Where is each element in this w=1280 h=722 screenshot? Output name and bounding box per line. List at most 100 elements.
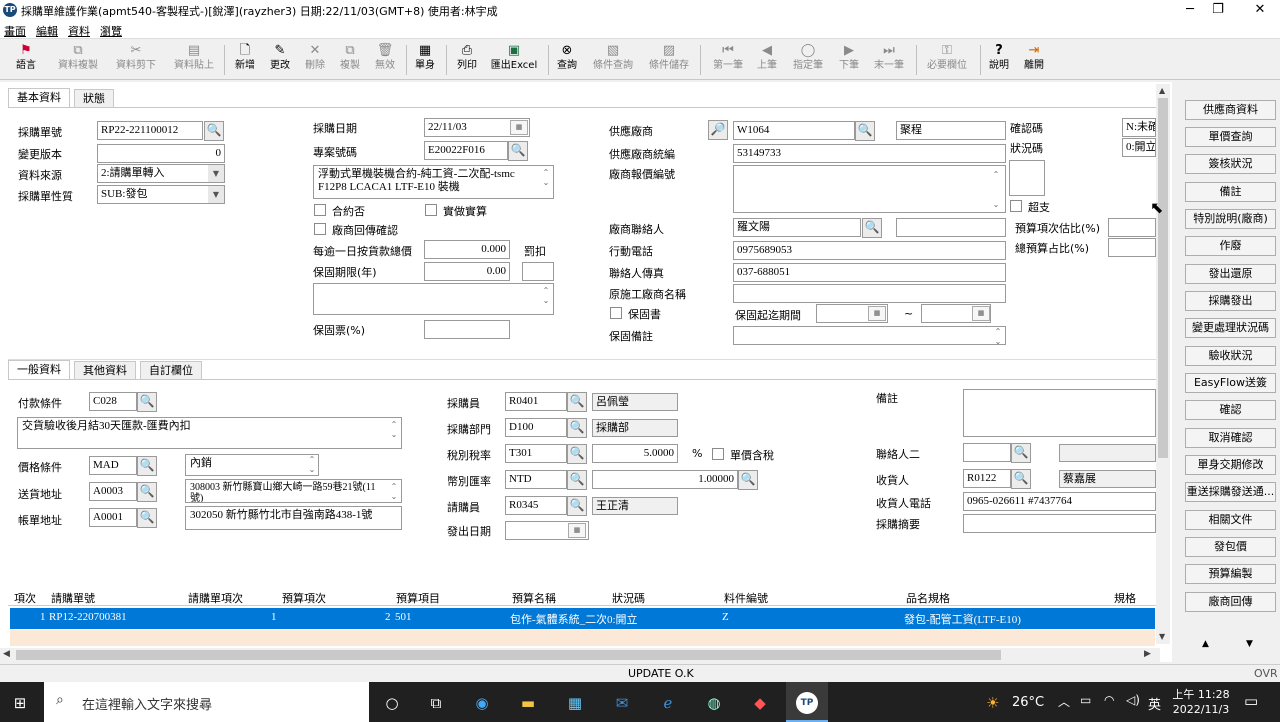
scroll-arrows-icon[interactable]: ⌃ ⌄ [540,168,552,188]
scrollbar-thumb[interactable] [1158,98,1168,458]
file-explorer-icon[interactable]: ▬ [516,692,540,714]
special-instructions-button[interactable]: 特別說明(廠商) [1185,209,1276,229]
supplier-search-icon[interactable]: 🔍 [855,121,875,141]
toolbar-last-record-button[interactable]: ⏭ 末一筆 [868,43,910,79]
toolbar-first-record-button[interactable]: ⏮ 第一筆 [706,43,750,79]
vendor-reply-button[interactable]: 廠商回傳 [1185,592,1276,612]
grid-header-cell[interactable]: 規格 [1114,590,1136,606]
tab-custom-fields[interactable]: 自訂欄位 [140,361,202,380]
toolbar-goto-record-button[interactable]: ◯ 指定筆 [788,43,828,79]
warranty-pct-field[interactable] [424,320,510,339]
toolbar-help-button[interactable]: ? 說明 [984,43,1014,79]
panel-scroll-up-icon[interactable]: ▲ [1202,639,1209,649]
status-code-field[interactable]: 0:開立 [1122,138,1156,157]
tiptop-app-taskbar-button[interactable]: TP [786,682,828,722]
payment-terms-field[interactable]: C028 [89,392,137,411]
scroll-arrows-icon[interactable]: ⌃ ⌄ [306,455,318,475]
ship-address-search-icon[interactable]: 🔍 [137,482,157,502]
po-no-search-icon[interactable]: 🔍 [204,121,224,141]
dept-code-field[interactable]: D100 [505,418,567,437]
weather-temperature[interactable]: 26°C [1012,695,1044,710]
contract-checkbox[interactable] [314,204,326,216]
toolbar-copy-data-button[interactable]: ⧉ 資料複製 [52,43,104,79]
payment-terms-desc-text[interactable]: 交貨驗收後月結30天匯款-匯費內扣 [17,417,402,449]
daily-penalty-field[interactable]: 0.000 [424,240,510,259]
chevron-down-icon[interactable]: ▼ [208,186,224,203]
clock-time[interactable]: 上午 11:28 [1172,686,1230,702]
line-app-icon[interactable]: ◍ [702,692,726,714]
tax-rate-field[interactable]: 5.0000 [592,444,678,463]
grid-header-cell[interactable]: 狀況碼 [612,590,645,606]
budget-est-field[interactable] [1108,218,1156,237]
buyer-code-field[interactable]: R0401 [505,392,567,411]
remarks-button[interactable]: 備註 [1185,182,1276,202]
panel-scroll-down-icon[interactable]: ▼ [1246,639,1253,649]
scroll-right-icon[interactable]: ▶ [1144,649,1151,659]
warranty-years-field[interactable]: 0.00 [424,262,510,281]
toolbar-required-fields-button[interactable]: ⚿ 必要欄位 [920,43,974,79]
toolbar-next-record-button[interactable]: ▶ 下筆 [834,43,864,79]
toolbar-invalid-button[interactable]: 🗑 無效 [370,43,400,79]
tab-general-data[interactable]: 一般資料 [8,360,70,380]
store-icon[interactable]: ▦ [563,692,587,714]
mobile-field[interactable]: 0975689053 [733,241,1006,260]
source-select[interactable]: 2:請購單轉入 [97,164,225,183]
price-query-button[interactable]: 單價查詢 [1185,127,1276,147]
easyflow-submit-button[interactable]: EasyFlow送簽 [1185,373,1276,393]
currency-search-icon[interactable]: 🔍 [567,470,587,490]
contact-search-icon[interactable]: 🔍 [862,218,882,238]
over-budget-checkbox[interactable] [1010,200,1022,212]
tab-status[interactable]: 狀態 [74,89,114,108]
anydesk-icon[interactable]: ◆ [748,692,772,714]
scrollbar-thumb[interactable] [16,650,1001,660]
battery-icon[interactable]: ▭ [1080,693,1091,707]
actual-checkbox[interactable] [425,204,437,216]
budget-compile-button[interactable]: 預算編製 [1185,564,1276,584]
taskbar-search-box[interactable]: ⌕ 在這裡輸入文字來搜尋 [44,682,369,722]
bill-address-text[interactable]: 302050 新竹縣竹北市自強南路438-1號 [185,506,402,530]
calendar-icon[interactable]: ▦ [568,523,586,538]
supplier-id-field[interactable]: 53149733 [733,144,1006,163]
resend-po-notice-button[interactable]: 重送採購發送通... [1185,482,1276,502]
receiver-code-field[interactable]: R0122 [963,469,1011,488]
toolbar-modify-button[interactable]: ✎ 更改 [265,43,295,79]
menu-data[interactable]: 資料 [68,23,90,39]
requester-code-field[interactable]: R0345 [505,496,567,515]
quote-no-text[interactable] [733,165,1006,213]
notification-icon[interactable]: ▭ [1244,692,1258,710]
grid-header-cell[interactable]: 料件編號 [724,590,768,606]
version-field[interactable]: 0 [97,144,225,163]
edge-icon[interactable]: ◉ [470,692,494,714]
grid-header-cell[interactable]: 預算名稱 [512,590,556,606]
toolbar-paste-data-button[interactable]: ▤ 資料貼上 [168,43,220,79]
related-documents-button[interactable]: 相關文件 [1185,510,1276,530]
budget-total-field[interactable] [1108,238,1156,257]
receiver-search-icon[interactable]: 🔍 [1011,469,1031,489]
mail-icon[interactable]: ✉ [610,692,634,714]
grid-header-cell[interactable]: 請購單號 [51,590,95,606]
grid-header-cell[interactable]: 預算項目 [396,590,440,606]
menu-browse[interactable]: 瀏覽 [100,23,122,39]
toolbar-exit-button[interactable]: ⇥ 離開 [1018,43,1050,79]
detail-delivery-edit-button[interactable]: 單身交期修改 [1185,455,1276,475]
ship-address-text[interactable]: 308003 新竹縣寶山鄉大崎一路59巷21號(11號) [185,479,402,503]
receiver-phone-field[interactable]: 0965-026611 #7437764 [963,492,1156,511]
warranty-extra-field[interactable] [522,262,554,281]
menu-edit[interactable]: 編輯 [36,23,58,39]
tax-search-icon[interactable]: 🔍 [567,444,587,464]
calendar-icon[interactable]: ▦ [972,306,990,321]
windows-start-icon[interactable]: ⊞ [8,692,32,714]
scroll-arrows-icon[interactable]: ⌃ ⌄ [540,286,552,306]
price-terms-field[interactable]: MAD [89,456,137,475]
exchange-rate-field[interactable]: 1.00000 [592,470,738,489]
issue-restore-button[interactable]: 發出還原 [1185,264,1276,284]
supplier-info-button[interactable]: 供應商資料 [1185,100,1276,120]
scroll-arrows-icon[interactable]: ⌃ ⌄ [388,482,400,502]
menu-screen[interactable]: 畫面 [4,23,26,39]
summary-field[interactable] [963,514,1156,533]
dept-search-icon[interactable]: 🔍 [567,418,587,438]
nature-select[interactable]: SUB:發包 [97,185,225,204]
tab-basic-data[interactable]: 基本資料 [8,88,70,108]
warranty-notes-text[interactable] [313,283,554,315]
project-description-text[interactable]: 浮動式單機裝機合約-純工資-二次配-tsmc F12P8 LCACA1 LTF-… [313,165,554,199]
